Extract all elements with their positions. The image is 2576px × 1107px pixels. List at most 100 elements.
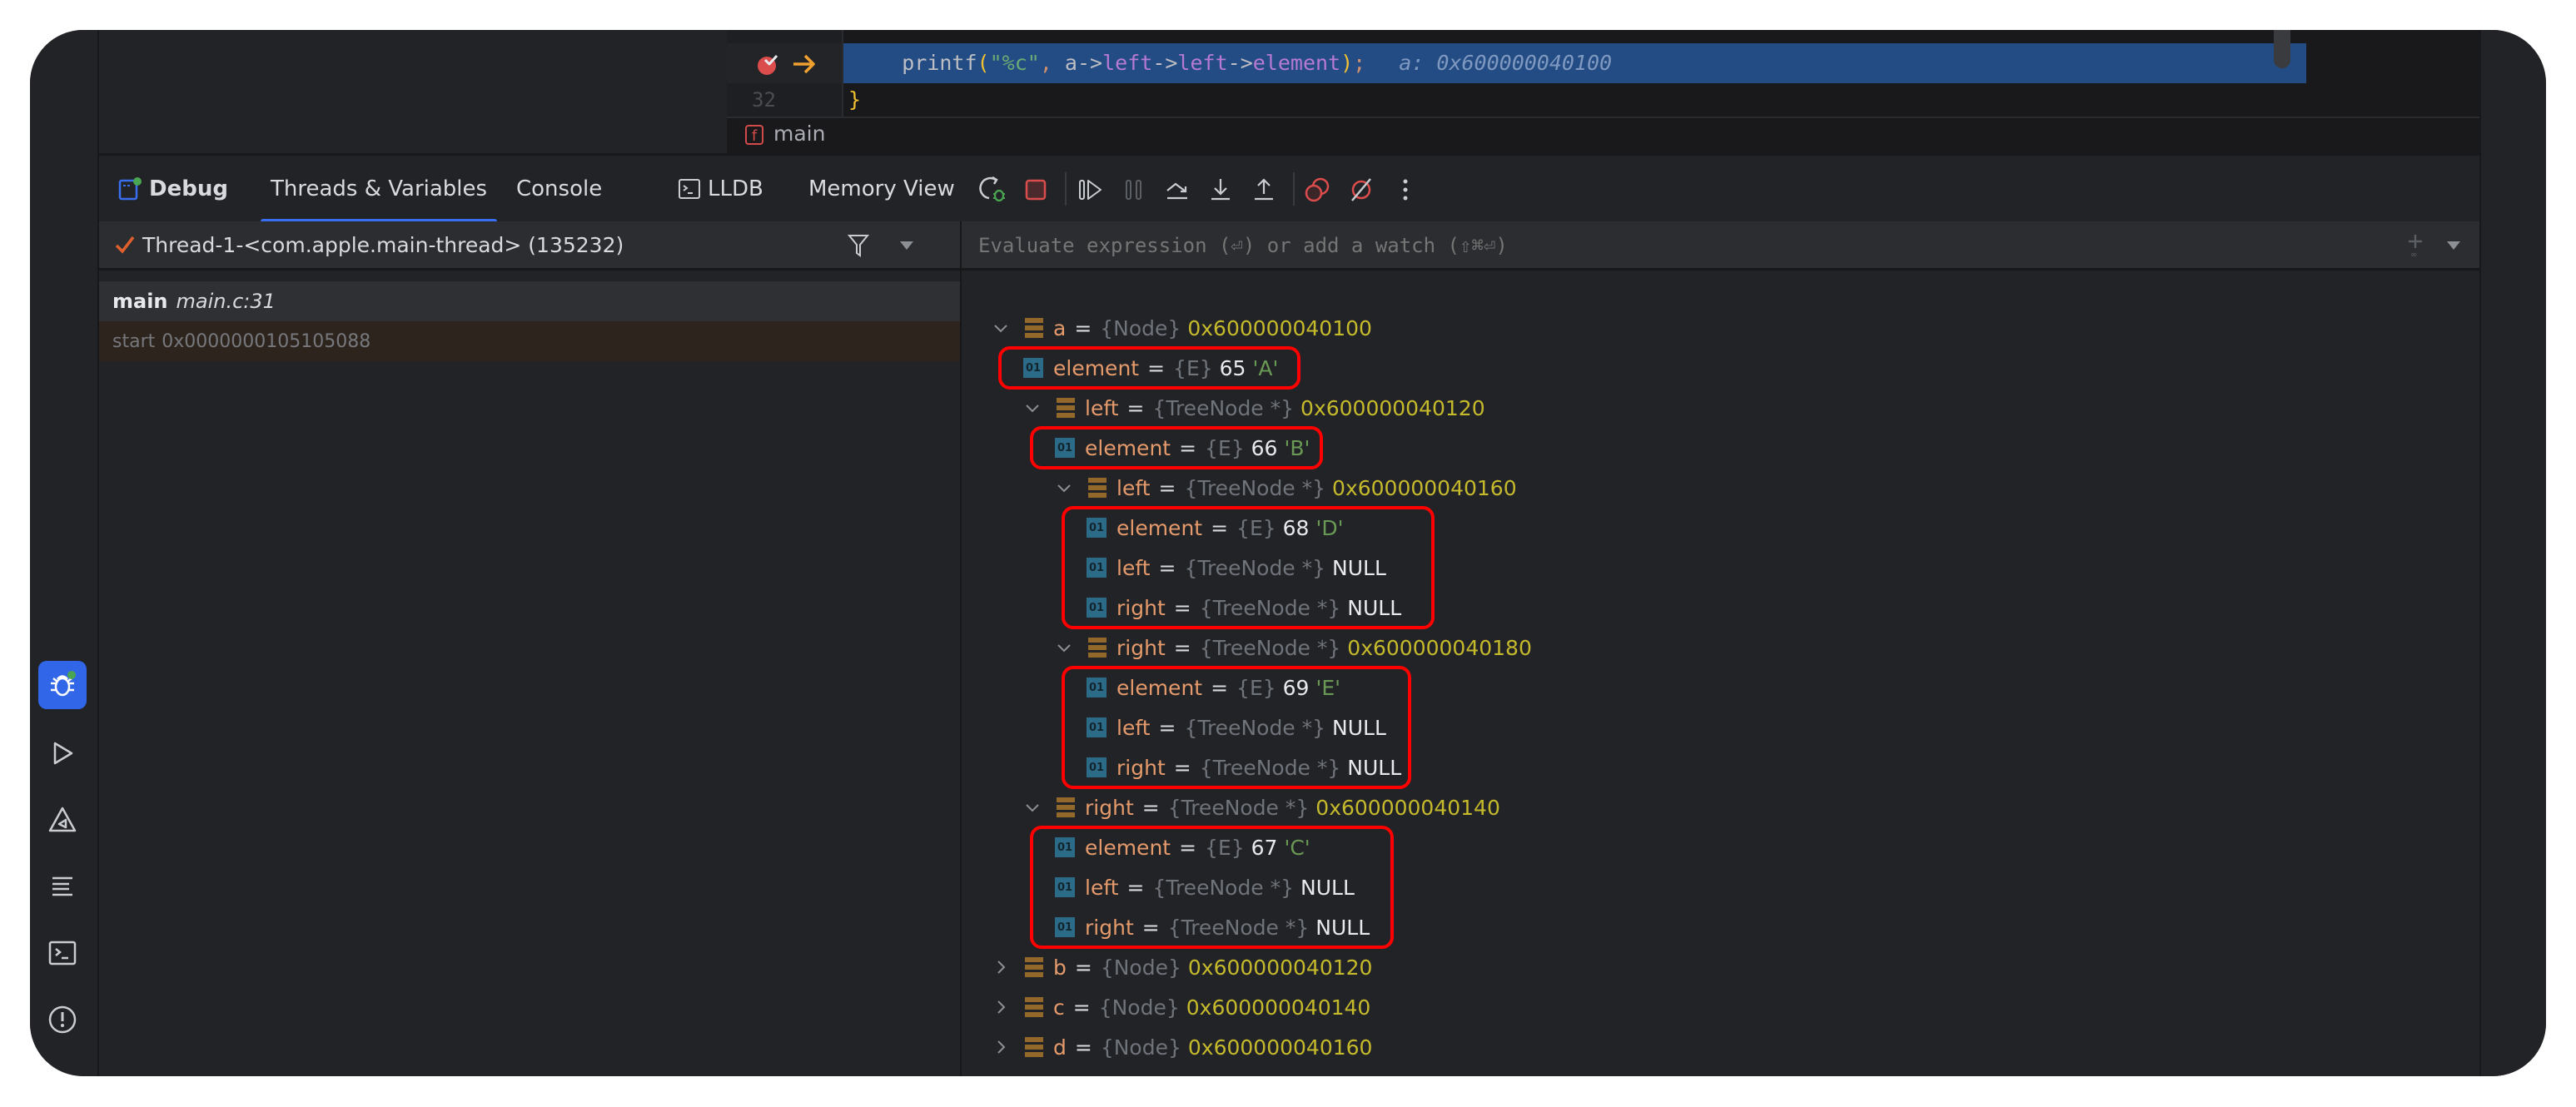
variable-value: NULL — [1347, 755, 1402, 780]
problems-icon — [48, 1005, 77, 1034]
breakpoint-icon[interactable] — [757, 53, 780, 77]
variable-row-b[interactable]: b = {Node} 0x600000040120 — [992, 947, 1372, 987]
code-function: printf — [902, 51, 977, 75]
step-over-button[interactable] — [1163, 176, 1191, 204]
thread-selector[interactable]: Thread-1-<com.apple.main-thread> (135232… — [99, 221, 960, 271]
sidebar-item-terminal[interactable] — [38, 929, 87, 977]
tab-console[interactable]: Console — [516, 156, 602, 222]
variable-row-element[interactable]: 01 element = {E} 66 'B' — [1055, 428, 1310, 468]
debug-toolbar: Debug Threads & Variables Console LLDB M… — [99, 153, 2479, 224]
frame-item-main[interactable]: main main.c:31 — [99, 281, 960, 321]
variable-row-right[interactable]: right = {TreeNode *} 0x600000040140 — [1023, 787, 1500, 827]
chevron-down-icon[interactable] — [1023, 399, 1042, 417]
variable-char: 'C' — [1284, 835, 1310, 860]
chevron-right-icon[interactable] — [992, 998, 1010, 1016]
code-paren: ( — [977, 51, 990, 75]
chevron-down-icon[interactable] — [1055, 479, 1073, 497]
chevron-down-icon[interactable] — [1023, 798, 1042, 817]
frames-panel: Thread-1-<com.apple.main-thread> (135232… — [99, 221, 962, 1076]
variable-type: {TreeNode *} — [1199, 595, 1341, 620]
tab-memory-view[interactable]: Memory View — [808, 156, 955, 222]
variable-row-a[interactable]: a = {Node} 0x600000040100 — [992, 308, 1372, 348]
variable-row-c[interactable]: c = {Node} 0x600000040140 — [992, 987, 1370, 1027]
structure-icon — [52, 876, 72, 896]
view-breakpoints-button[interactable] — [1304, 176, 1332, 204]
right-tool-strip — [2479, 30, 2546, 1076]
variable-type: {TreeNode *} — [1199, 635, 1341, 660]
equals-sign: = — [1072, 995, 1091, 1020]
ide-window: printf("%c", a->left->left->element); a: … — [30, 30, 2546, 1076]
evaluate-expression-input[interactable] — [977, 221, 2395, 270]
breadcrumb-item[interactable]: main — [773, 122, 825, 146]
variable-name: element — [1085, 835, 1171, 860]
variable-row-element[interactable]: 01 element = {E} 69 'E' — [1087, 668, 1340, 707]
variable-row-right[interactable]: 01 right = {TreeNode *} NULL — [1087, 588, 1401, 628]
chevron-right-icon[interactable] — [992, 958, 1010, 976]
sidebar-item-structure[interactable] — [38, 862, 87, 911]
frame-location: main.c:31 — [176, 290, 276, 313]
tab-label: Memory View — [808, 176, 955, 201]
variable-row-right[interactable]: right = {TreeNode *} 0x600000040180 — [1055, 628, 1532, 668]
variable-row-left[interactable]: left = {TreeNode *} 0x600000040160 — [1055, 468, 1517, 508]
variables-panel: ∞ a={Node}0x60000004010001element={E}65'… — [962, 221, 2479, 1076]
variable-row-e[interactable]: e = {Node} 0x600000040180 — [992, 1067, 1372, 1077]
code-arrow: -> — [1152, 51, 1178, 75]
checkmark-icon — [115, 236, 135, 254]
frame-function: main — [112, 290, 168, 313]
rerun-debug-icon — [979, 176, 1005, 202]
variable-row-left[interactable]: 01 left = {TreeNode *} NULL — [1087, 548, 1386, 588]
code-brace: } — [848, 87, 862, 112]
sidebar-item-run[interactable] — [38, 729, 87, 777]
variable-row-element[interactable]: 01 element = {E} 65 'A' — [1023, 348, 1278, 388]
pause-button[interactable] — [1120, 176, 1148, 204]
variable-row-right[interactable]: 01 right = {TreeNode *} NULL — [1087, 747, 1401, 787]
step-into-button[interactable] — [1206, 176, 1235, 204]
variable-row-d[interactable]: d = {Node} 0x600000040160 — [992, 1027, 1372, 1067]
object-icon — [1025, 318, 1043, 338]
filter-icon[interactable] — [847, 233, 870, 258]
equals-sign: = — [1074, 1035, 1092, 1060]
tab-threads-variables[interactable]: Threads & Variables — [260, 156, 498, 224]
mute-breakpoints-button[interactable] — [1347, 176, 1375, 204]
variable-address: 0x600000040100 — [1187, 315, 1372, 340]
variable-value: NULL — [1347, 595, 1402, 620]
step-out-icon — [1255, 178, 1273, 201]
code-var: a-> — [1052, 51, 1103, 75]
chevron-down-icon[interactable] — [1055, 638, 1073, 657]
dropdown-arrow-icon[interactable] — [898, 240, 915, 251]
variable-row-left[interactable]: 01 left = {TreeNode *} NULL — [1087, 707, 1386, 747]
tab-lldb[interactable]: LLDB — [678, 156, 763, 222]
stop-icon — [1025, 179, 1047, 201]
execution-line[interactable]: printf("%c", a->left->left->element); a: … — [843, 43, 2306, 83]
variable-address: 0x600000040160 — [1187, 1035, 1373, 1060]
mute-breakpoints-icon — [1351, 178, 1371, 201]
chevron-right-icon[interactable] — [992, 1038, 1010, 1056]
variable-name: left — [1085, 395, 1119, 420]
variable-address: 0x600000040120 — [1300, 395, 1485, 420]
dropdown-arrow-icon[interactable] — [2445, 240, 2462, 251]
code-editor[interactable]: printf("%c", a->left->left->element); a: … — [727, 30, 2479, 155]
step-out-button[interactable] — [1250, 176, 1278, 204]
variable-row-left[interactable]: left = {TreeNode *} 0x600000040120 — [1023, 388, 1485, 428]
chevron-down-icon[interactable] — [992, 319, 1010, 337]
add-watch-icon[interactable]: ∞ — [2405, 233, 2425, 258]
sidebar-item-problems[interactable] — [38, 995, 87, 1044]
editor-scrollbar[interactable] — [2274, 30, 2290, 68]
more-options-button[interactable] — [1391, 176, 1420, 204]
variable-row-element[interactable]: 01 element = {E} 67 'C' — [1055, 827, 1310, 867]
sidebar-item-debug[interactable] — [38, 661, 87, 709]
frame-item-start[interactable]: start 0x0000000105105088 — [99, 321, 960, 361]
variable-row-left[interactable]: 01 left = {TreeNode *} NULL — [1055, 867, 1355, 907]
bug-icon — [51, 671, 76, 697]
resume-button[interactable] — [1077, 176, 1105, 204]
variable-name: a — [1053, 315, 1067, 340]
variable-name: left — [1116, 715, 1151, 740]
variable-row-right[interactable]: 01 right = {TreeNode *} NULL — [1055, 907, 1370, 947]
stop-button[interactable] — [1022, 176, 1050, 204]
frame-function: start — [112, 330, 156, 352]
object-icon — [1088, 638, 1106, 658]
sidebar-item-services[interactable] — [38, 796, 87, 844]
variable-row-element[interactable]: 01 element = {E} 68 'D' — [1087, 508, 1343, 548]
rerun-debug-button[interactable] — [979, 176, 1007, 204]
